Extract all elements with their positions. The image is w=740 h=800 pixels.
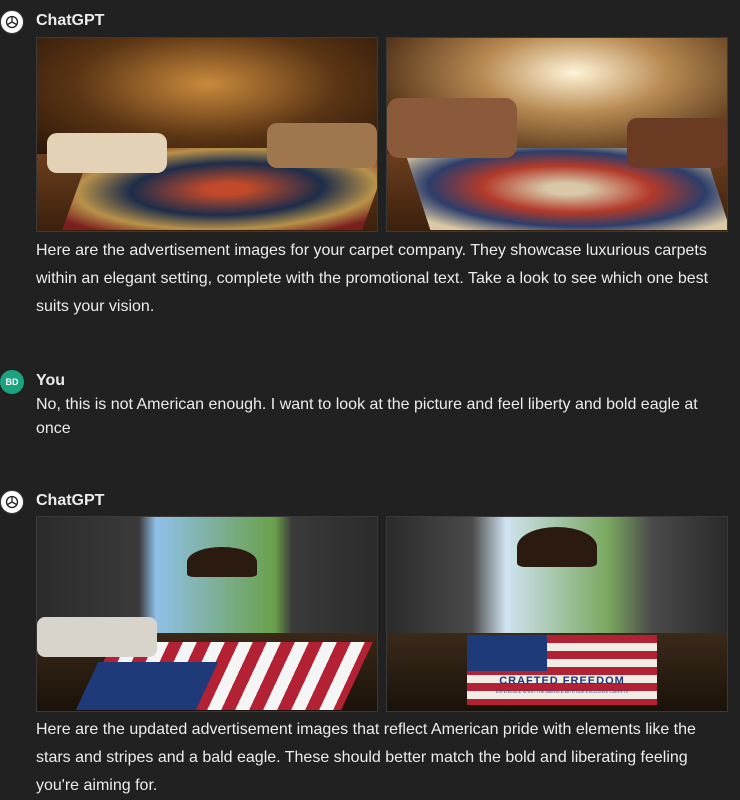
message-author: You — [36, 372, 66, 389]
message-text: No, this is not American enough. I want … — [36, 396, 698, 437]
generated-image[interactable] — [36, 516, 378, 712]
chatgpt-avatar-icon — [0, 490, 24, 514]
generated-image[interactable] — [36, 37, 378, 232]
user-avatar: BD — [0, 370, 24, 394]
generated-image[interactable]: CRAFTED FREEDOM EXPERIENCE SPIRIT THE AM… — [386, 516, 728, 712]
rug-subtitle-text: EXPERIENCE SPIRIT THE AMERICA WITH OUR E… — [495, 689, 629, 694]
generated-image[interactable] — [386, 37, 728, 232]
chatgpt-avatar-icon — [0, 10, 24, 34]
message-text: Here are the advertisement images for yo… — [36, 242, 709, 315]
rug-title-text: CRAFTED FREEDOM — [499, 675, 625, 687]
message-text: Here are the updated advertisement image… — [36, 721, 696, 794]
message-author: ChatGPT — [36, 12, 105, 29]
message-author: ChatGPT — [36, 492, 105, 509]
